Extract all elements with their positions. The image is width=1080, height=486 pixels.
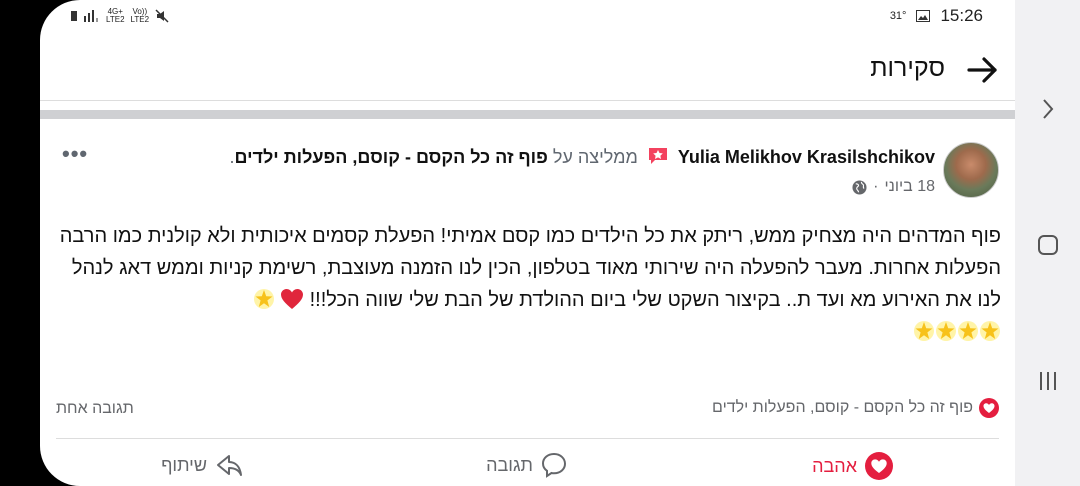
share-label: שיתוף <box>161 454 207 475</box>
system-navigation-bar <box>1015 0 1080 486</box>
share-icon <box>217 455 242 476</box>
mute-icon <box>155 9 169 23</box>
post-body: פוף המדהים היה מצחיק ממש, ריתק את כל היל… <box>56 220 1001 348</box>
home-square-icon <box>1038 235 1058 255</box>
gallery-icon <box>916 10 931 22</box>
back-arrow-icon[interactable] <box>965 52 1001 88</box>
reaction-page-name: פוף זה כל הקסם - קוסם, הפעלות ילדים <box>712 399 973 416</box>
love-label: אהבה <box>812 455 857 476</box>
recents-icon <box>1040 372 1056 390</box>
glowing-star-icon <box>958 321 978 341</box>
meta-separator: · <box>873 178 879 195</box>
post-header: Yulia Melikhov Krasilshchikov ממליצה על … <box>229 146 935 168</box>
app-screen: 4G+ LTE2 Vo)) LTE2 31° 15:26 סקירות Yulia … <box>40 0 1015 486</box>
action-bar: אהבה תגובה שיתוף <box>40 452 1015 486</box>
status-right: 31° 15:26 <box>890 6 983 26</box>
signal-icon <box>84 10 98 22</box>
battery-icon <box>71 11 77 21</box>
globe-icon <box>852 179 867 195</box>
post-meta: 18 ביוני · <box>852 178 935 196</box>
chevron-right-icon <box>1043 99 1054 119</box>
reaction-summary: פוף זה כל הקסם - קוסם, הפעלות ילדים תגוב… <box>40 398 1015 424</box>
post-text: פוף המדהים היה מצחיק ממש, ריתק את כל היל… <box>59 225 1001 311</box>
volte-indicator: Vo)) LTE2 <box>130 7 150 24</box>
love-reaction-icon <box>979 398 999 418</box>
network-indicator: 4G+ LTE2 <box>106 7 125 24</box>
glowing-star-icon <box>936 321 956 341</box>
glowing-star-icon <box>980 321 1000 341</box>
heart-emoji-icon <box>281 289 304 309</box>
comments-count[interactable]: תגובה אחת <box>56 400 134 418</box>
nav-recents-button[interactable] <box>1033 366 1063 396</box>
clock: 15:26 <box>940 6 983 25</box>
share-button[interactable]: שיתוף <box>161 452 243 478</box>
comment-button[interactable]: תגובה <box>486 452 567 478</box>
glowing-star-icon <box>253 289 274 309</box>
love-button[interactable]: אהבה <box>812 452 893 480</box>
page-name-link[interactable]: פוף זה כל הקסם - קוסם, הפעלות ילדים <box>235 147 548 167</box>
comment-label: תגובה <box>486 454 533 475</box>
comment-icon <box>541 452 567 478</box>
avatar[interactable] <box>943 142 999 198</box>
status-left: 4G+ LTE2 Vo)) LTE2 <box>70 8 169 24</box>
nav-home-button[interactable] <box>1033 230 1063 260</box>
header: סקירות <box>40 40 1015 100</box>
author-name[interactable]: Yulia Melikhov Krasilshchikov <box>678 147 935 167</box>
post-date[interactable]: 18 ביוני <box>884 178 935 196</box>
nav-back-button[interactable] <box>1033 94 1063 124</box>
page-title: סקירות <box>870 54 945 82</box>
reaction-page[interactable]: פוף זה כל הקסם - קוסם, הפעלות ילדים <box>712 398 999 418</box>
recommends-text: ממליצה על <box>552 147 638 167</box>
actions-divider <box>56 438 999 439</box>
recommend-icon <box>648 148 667 164</box>
love-icon <box>865 452 893 480</box>
status-bar: 4G+ LTE2 Vo)) LTE2 31° 15:26 <box>40 0 1015 36</box>
glowing-star-icon <box>914 321 934 341</box>
section-divider <box>40 110 1015 119</box>
header-divider <box>40 100 1015 101</box>
temperature: 31° <box>889 10 907 22</box>
more-options-button[interactable]: ••• <box>62 141 88 167</box>
